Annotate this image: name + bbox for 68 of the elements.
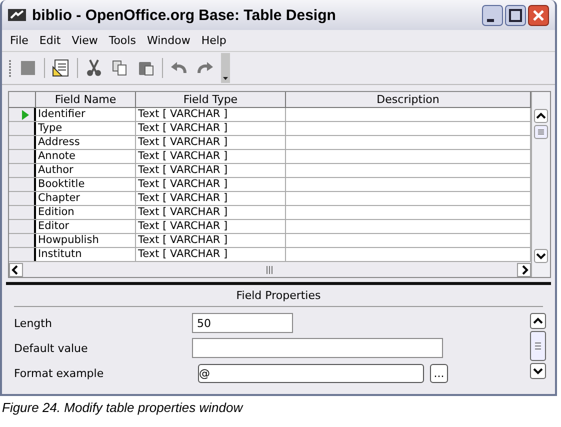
row-header[interactable] <box>9 150 36 163</box>
browse-button[interactable]: ... <box>430 364 448 382</box>
window-title: biblio - OpenOffice.org Base: Table Design <box>32 6 336 24</box>
field-label: Format example <box>14 366 105 380</box>
scroll-up-button[interactable] <box>534 109 548 123</box>
row-header[interactable] <box>9 164 36 177</box>
input-field[interactable]: @ <box>198 364 424 382</box>
toolbar-overflow-button[interactable] <box>221 53 230 83</box>
table-cell: Chapter <box>36 192 136 205</box>
maximize-button[interactable] <box>505 4 526 26</box>
panel-title: Field Properties <box>14 285 543 307</box>
row-header[interactable] <box>9 122 36 135</box>
table-cell: Text [ VARCHAR ] <box>136 206 286 219</box>
horizontal-scrollbar[interactable] <box>9 261 531 277</box>
row-header[interactable] <box>9 136 36 149</box>
scroll-grip-icon <box>266 266 274 274</box>
scroll-left-button[interactable] <box>9 262 23 277</box>
table-cell: Annote <box>36 150 136 163</box>
table-cell: Address <box>36 136 136 149</box>
table-cell: Text [ VARCHAR ] <box>136 122 286 135</box>
scroll-right-button[interactable] <box>517 262 531 277</box>
menu-item[interactable]: Window <box>146 34 190 47</box>
row-header[interactable] <box>9 108 36 121</box>
table-cell: Author <box>36 164 136 177</box>
input-field[interactable] <box>192 338 443 358</box>
row-header[interactable] <box>9 178 36 191</box>
menu-item[interactable]: View <box>72 34 98 47</box>
table-cell: Text [ VARCHAR ] <box>136 108 286 121</box>
figure-caption: Figure 24. Modify table properties window <box>1 399 244 417</box>
column-header[interactable]: Field Type <box>136 92 286 107</box>
cut-icon[interactable] <box>84 58 104 78</box>
table-cell: Editor <box>36 220 136 233</box>
scroll-down-button[interactable] <box>534 249 548 263</box>
row-header[interactable] <box>9 206 36 219</box>
scroll-thumb[interactable] <box>534 125 548 139</box>
table-cell: Text [ VARCHAR ] <box>136 164 286 177</box>
row-header[interactable] <box>9 192 36 205</box>
scroll-thumb[interactable] <box>530 331 546 361</box>
table-cell: Identifier <box>36 108 136 121</box>
field-label: Length <box>14 316 53 330</box>
row-header[interactable] <box>9 248 36 261</box>
table-cell: Text [ VARCHAR ] <box>136 192 286 205</box>
scroll-up-button[interactable] <box>530 313 546 329</box>
table-design-icon[interactable] <box>51 58 71 78</box>
table-cell: Text [ VARCHAR ] <box>136 220 286 233</box>
table-cell: Edition <box>36 206 136 219</box>
row-header[interactable] <box>9 234 36 247</box>
current-row-icon <box>22 110 29 120</box>
table-cell: Text [ VARCHAR ] <box>136 150 286 163</box>
table-cell: Howpublish <box>36 234 136 247</box>
grip-icon <box>8 57 12 79</box>
menu-item[interactable]: Edit <box>39 34 61 47</box>
input-field[interactable]: 50 <box>192 313 293 333</box>
minimize-button[interactable] <box>482 4 503 26</box>
menu-item[interactable]: Help <box>201 34 226 47</box>
table-cell: Text [ VARCHAR ] <box>136 234 286 247</box>
table-cell: Text [ VARCHAR ] <box>136 136 286 149</box>
close-button[interactable] <box>528 4 549 26</box>
vertical-scrollbar[interactable] <box>531 92 550 277</box>
table-cell: Booktitle <box>36 178 136 191</box>
column-header[interactable]: Field Name <box>36 92 136 107</box>
field-label: Default value <box>14 342 89 354</box>
scroll-down-button[interactable] <box>530 363 546 379</box>
row-header[interactable] <box>9 220 36 233</box>
table-cell: Text [ VARCHAR ] <box>136 178 286 191</box>
table-cell: Type <box>36 122 136 135</box>
menu-item[interactable]: File <box>10 34 28 47</box>
menu-item[interactable]: Tools <box>108 34 136 47</box>
